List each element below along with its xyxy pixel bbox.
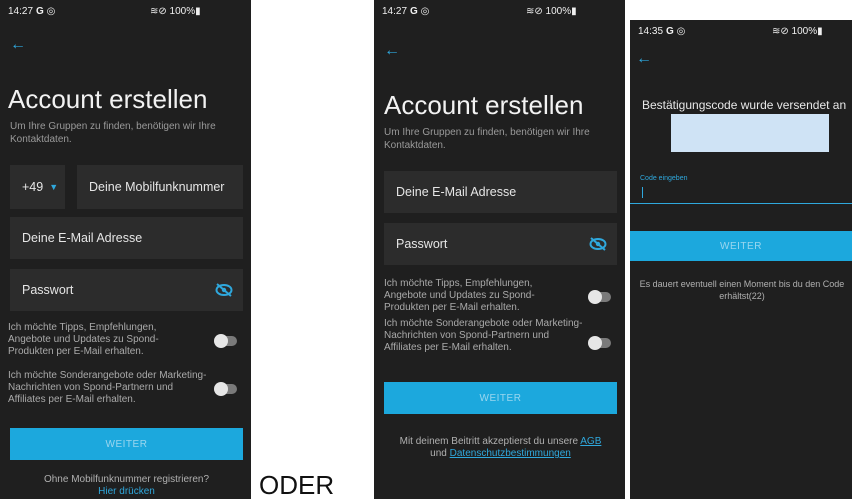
code-input-label: Code eingeben [640,175,688,182]
email-placeholder: Deine E-Mail Adresse [396,185,517,199]
text-cursor [642,187,643,198]
separator-label: ODER [259,470,335,500]
marketing-toggle-2[interactable] [214,382,237,396]
status-time: 14:35 [638,26,664,37]
marketing-toggle-2[interactable] [588,336,611,350]
eye-off-icon[interactable] [215,283,233,297]
chevron-down-icon: ▼ [49,182,59,192]
country-code-select[interactable]: +49 ▼ [10,165,65,209]
status-bar: 14:35 G ◎ ≋⊘ 100%▮ [630,20,852,40]
weiter-button[interactable]: WEITER [630,231,852,261]
terms-prefix: Mit deinem Beitritt akzeptierst du unser… [399,436,579,447]
email-input[interactable]: Deine E-Mail Adresse [384,171,617,213]
status-bar: 14:27 G ◎ ≋⊘ 100%▮ [374,0,625,20]
status-icons: G ◎ [410,6,430,17]
password-input[interactable]: Passwort [10,269,243,311]
weiter-button[interactable]: WEITER [384,382,617,414]
password-placeholder: Passwort [396,237,448,251]
page-subtitle: Um Ihre Gruppen zu finden, benötigen wir… [10,121,216,145]
phone-number-input[interactable]: Deine Mobilfunknummer [77,165,243,209]
country-code-value: +49 [22,180,44,194]
eye-off-icon[interactable] [589,237,607,251]
terms-notice: Mit deinem Beitritt akzeptierst du unser… [384,436,617,460]
footer-text: Ohne Mobilfunknummer registrieren? [43,474,210,485]
status-right: ≋⊘ 100%▮ [150,6,201,17]
footer: Ohne Mobilfunknummer registrieren? Hier … [10,474,243,498]
status-time: 14:27 [382,6,408,17]
email-input[interactable]: Deine E-Mail Adresse [10,217,243,259]
marketing-option-text-1: Ich möchte Tipps, Empfehlungen, Angebote… [8,322,159,357]
page-title: Account erstellen [384,90,584,120]
phone-screen-verification: 14:35 G ◎ ≋⊘ 100%▮ ← Bestätigungscode wur… [630,20,852,499]
back-arrow-icon[interactable]: ← [10,36,26,54]
marketing-option-text-1: Ich möchte Tipps, Empfehlungen, Angebote… [384,278,535,313]
redacted-recipient [671,114,829,152]
code-input[interactable]: Code eingeben [630,170,852,204]
status-right: ≋⊘ 100%▮ [772,26,823,37]
page-subtitle: Um Ihre Gruppen zu finden, benötigen wir… [384,127,590,151]
register-without-phone-link[interactable]: Hier drücken [10,486,243,498]
status-icons: G ◎ [36,6,56,17]
page-title: Account erstellen [8,84,208,114]
back-arrow-icon[interactable]: ← [636,50,652,68]
marketing-toggle-1[interactable] [588,290,611,304]
back-arrow-icon[interactable]: ← [384,42,400,60]
password-placeholder: Passwort [22,283,74,297]
code-info-text: Es dauert eventuell einen Moment bis du … [639,279,845,301]
status-bar: 14:27 G ◎ ≋⊘ 100%▮ [0,0,251,20]
status-icons: G ◎ [666,26,686,37]
phone-screen-signup-mobile: 14:27 G ◎ ≋⊘ 100%▮ ← Account erstellen Um… [0,0,251,499]
weiter-button[interactable]: WEITER [10,428,243,460]
phone-screen-signup-email: 14:27 G ◎ ≋⊘ 100%▮ ← Account erstellen Um… [374,0,625,499]
marketing-option-text-2: Ich möchte Sonderangebote oder Marketing… [8,370,207,405]
status-time: 14:27 [8,6,34,17]
marketing-toggle-1[interactable] [214,334,237,348]
agb-link[interactable]: AGB [580,436,601,447]
status-right: ≋⊘ 100%▮ [526,6,577,17]
marketing-option-text-2: Ich möchte Sonderangebote oder Marketing… [384,318,583,353]
email-placeholder: Deine E-Mail Adresse [22,231,143,245]
privacy-policy-link[interactable]: Datenschutzbestimmungen [450,448,571,459]
password-input[interactable]: Passwort [384,223,617,265]
phone-number-placeholder: Deine Mobilfunknummer [89,180,225,194]
verification-heading: Bestätigungscode wurde versendet an [642,98,847,112]
terms-and: und [430,448,447,459]
